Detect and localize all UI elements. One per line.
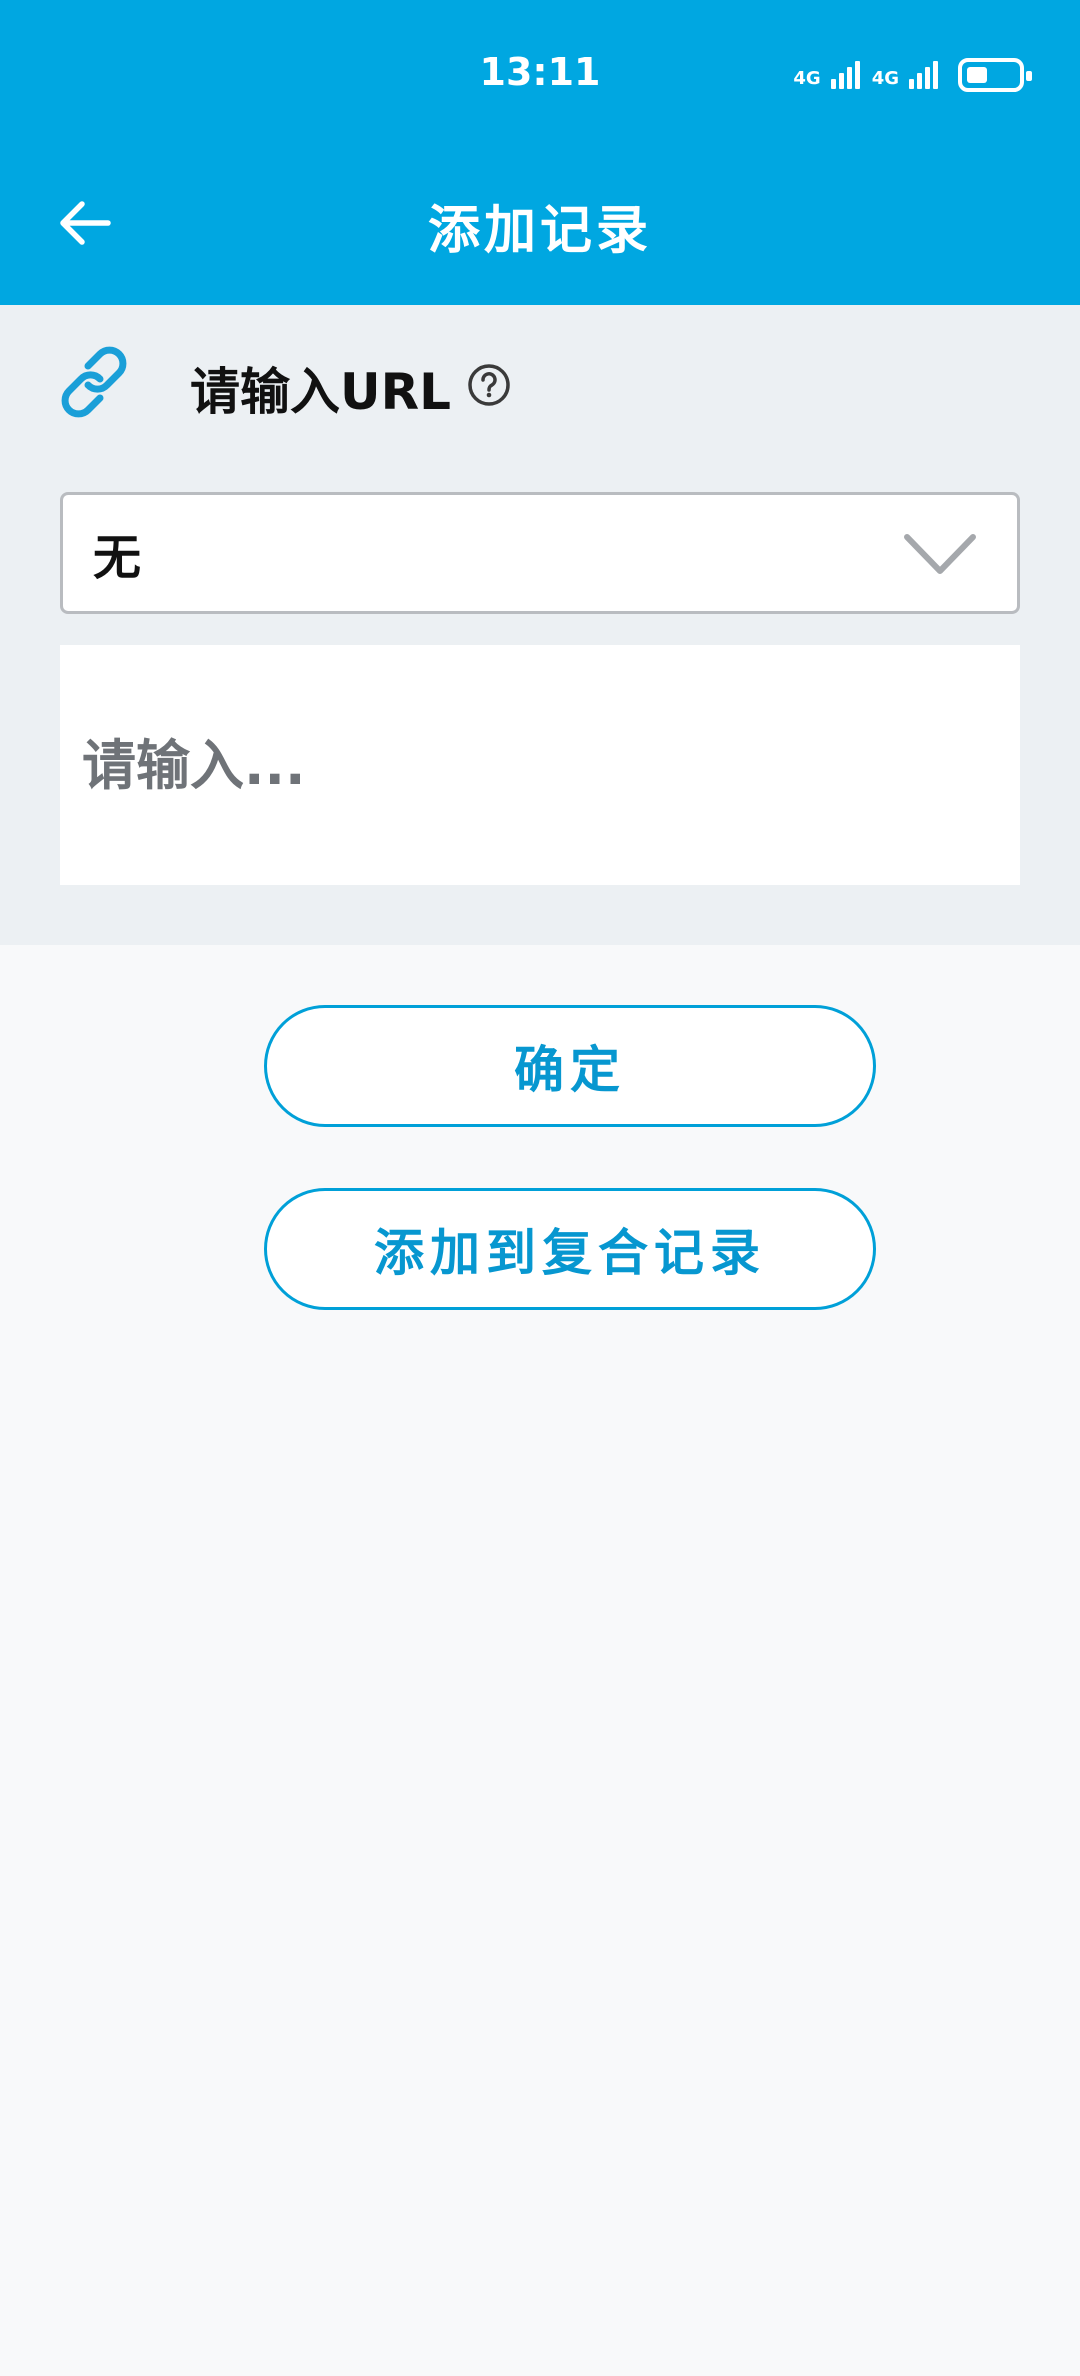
url-input[interactable] (60, 645, 1020, 885)
signal-label: 4G (871, 68, 899, 89)
page-title: 添加记录 (427, 201, 652, 261)
url-label: 请输入URL (190, 363, 451, 421)
signal-strength-icon: 4G (872, 61, 938, 89)
add-to-composite-button[interactable]: 添加到复合记录 (264, 1188, 876, 1310)
question-circle-icon[interactable] (466, 362, 512, 408)
confirm-button[interactable]: 确定 (264, 1005, 876, 1127)
battery-level (967, 67, 987, 83)
status-icons: 4G 4G (793, 58, 1032, 92)
signal-label: 4G (793, 68, 821, 89)
select-value: 无 (93, 530, 142, 586)
type-select[interactable]: 无 (60, 492, 1020, 614)
chevron-down-icon (904, 534, 976, 574)
battery-icon (958, 58, 1032, 92)
link-icon (61, 346, 127, 418)
signal-strength-icon: 4G (793, 61, 860, 89)
app-header: 13:11 4G 4G 添加记录 (0, 0, 1080, 305)
